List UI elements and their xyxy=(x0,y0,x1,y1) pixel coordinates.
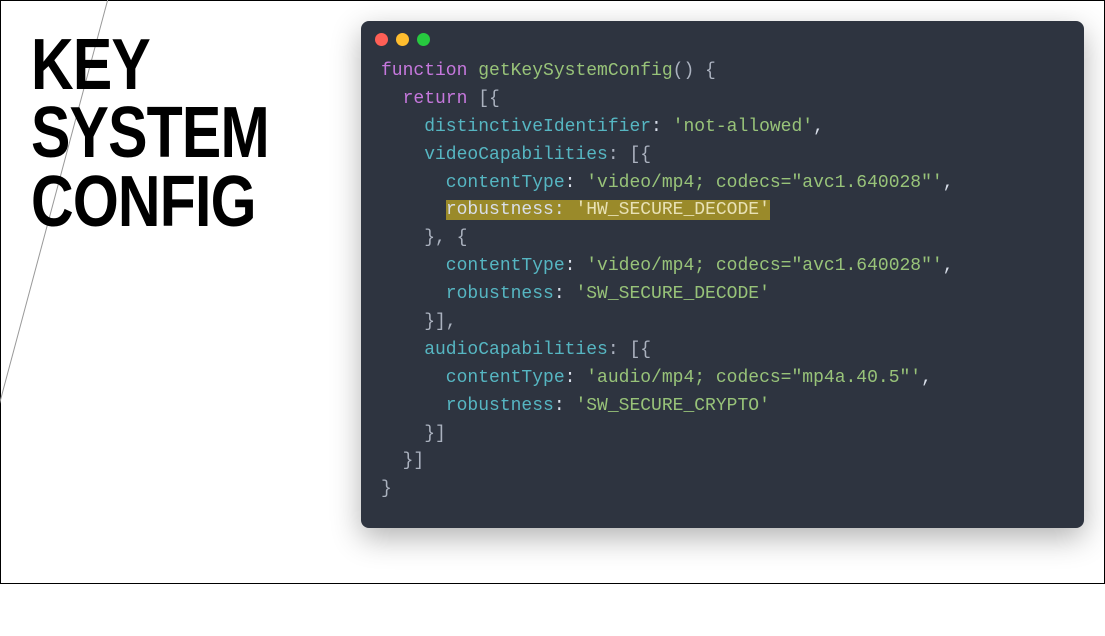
code-text: }, { xyxy=(381,228,467,248)
string-value: 'audio/mp4; codecs="mp4a.40.5"' xyxy=(586,368,921,388)
code-text: : xyxy=(554,200,576,220)
slide-title: KEY SYSTEMCONFIG xyxy=(31,31,293,236)
code-text: , xyxy=(813,117,824,137)
code-text: : xyxy=(565,368,587,388)
code-text: } xyxy=(381,479,392,499)
code-text: () { xyxy=(673,61,716,81)
code-text: : xyxy=(651,117,673,137)
property-key: robustness xyxy=(446,200,554,220)
property-key: contentType xyxy=(381,173,565,193)
window-controls xyxy=(361,21,1084,54)
code-text: , xyxy=(921,368,932,388)
title-text: KEY SYSTEMCONFIG xyxy=(31,25,269,242)
code-text: : xyxy=(565,256,587,276)
string-value: 'video/mp4; codecs="avc1.640028"' xyxy=(586,256,942,276)
property-key: distinctiveIdentifier xyxy=(381,117,651,137)
maximize-icon xyxy=(417,33,430,46)
property-key: robustness xyxy=(381,396,554,416)
property-key: contentType xyxy=(381,368,565,388)
code-text: : xyxy=(554,284,576,304)
code-text: [{ xyxy=(467,89,499,109)
code-text: }] xyxy=(381,451,424,471)
code-text: }] xyxy=(381,424,446,444)
string-value: 'SW_SECURE_DECODE' xyxy=(575,284,769,304)
property-key: robustness xyxy=(381,284,554,304)
function-name: getKeySystemConfig xyxy=(467,61,672,81)
left-panel: KEY SYSTEMCONFIG xyxy=(1,1,351,583)
code-text: : xyxy=(554,396,576,416)
keyword-return: return xyxy=(381,89,467,109)
code-body: function getKeySystemConfig() { return [… xyxy=(361,54,1084,528)
property-key: videoCapabilities xyxy=(381,145,608,165)
code-text xyxy=(381,200,446,220)
right-panel: function getKeySystemConfig() { return [… xyxy=(351,1,1104,583)
code-text: , xyxy=(943,256,954,276)
code-text: : [{ xyxy=(608,145,651,165)
highlighted-line: robustness: 'HW_SECURE_DECODE' xyxy=(446,200,770,220)
property-key: audioCapabilities xyxy=(381,340,608,360)
close-icon xyxy=(375,33,388,46)
keyword-function: function xyxy=(381,61,467,81)
code-window: function getKeySystemConfig() { return [… xyxy=(361,21,1084,528)
code-text: : [{ xyxy=(608,340,651,360)
string-value: 'HW_SECURE_DECODE' xyxy=(575,200,769,220)
code-text: , xyxy=(943,173,954,193)
slide: KEY SYSTEMCONFIG function getKeySystemCo… xyxy=(1,1,1104,583)
string-value: 'video/mp4; codecs="avc1.640028"' xyxy=(586,173,942,193)
code-text: : xyxy=(565,173,587,193)
code-text: }], xyxy=(381,312,457,332)
property-key: contentType xyxy=(381,256,565,276)
string-value: 'not-allowed' xyxy=(673,117,813,137)
string-value: 'SW_SECURE_CRYPTO' xyxy=(575,396,769,416)
minimize-icon xyxy=(396,33,409,46)
